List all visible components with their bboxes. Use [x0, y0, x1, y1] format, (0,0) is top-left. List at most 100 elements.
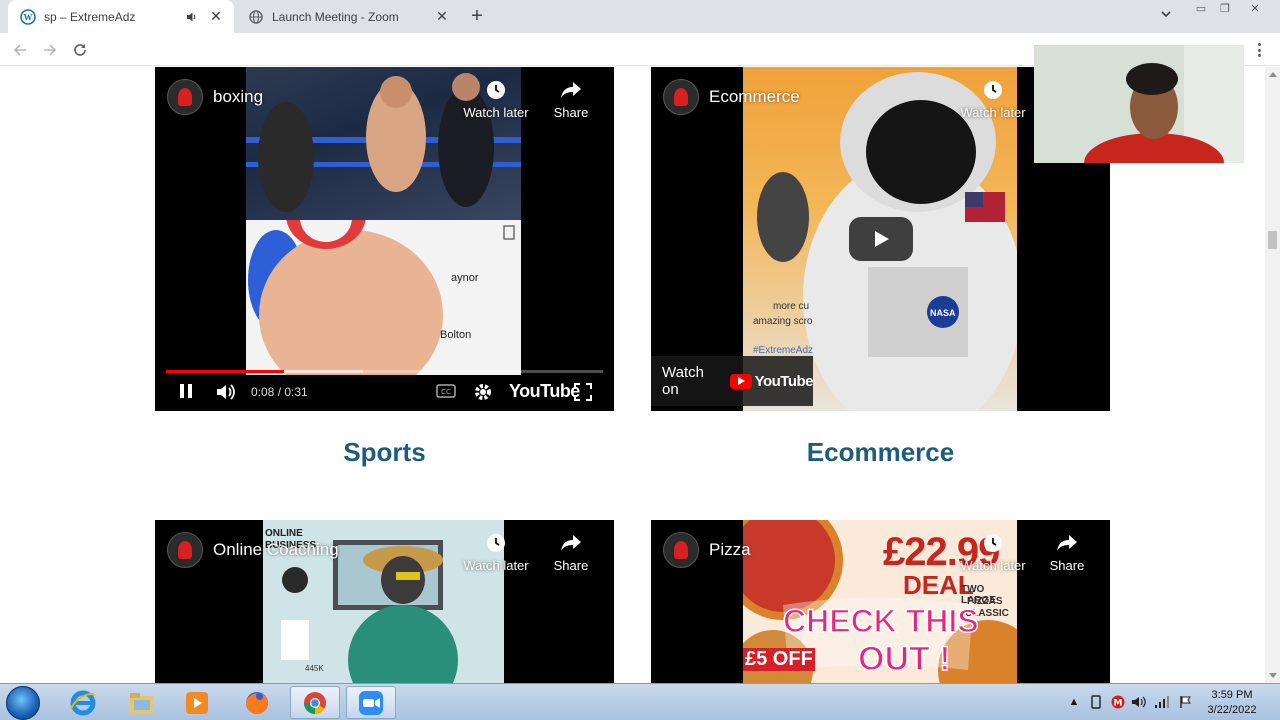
fullscreen-icon[interactable]: [573, 382, 593, 402]
page-scrollbar[interactable]: [1265, 67, 1280, 683]
channel-avatar[interactable]: [663, 79, 699, 115]
channel-avatar[interactable]: [167, 79, 203, 115]
zoom-icon[interactable]: [346, 686, 396, 719]
scroll-thumb[interactable]: [1268, 231, 1277, 249]
share-button[interactable]: Share: [531, 532, 611, 573]
video-title[interactable]: Pizza: [709, 540, 751, 560]
internet-explorer-icon[interactable]: [58, 686, 108, 719]
svg-text:CC: CC: [441, 388, 451, 396]
overlay-text: 445K: [305, 664, 324, 673]
video-player-pizza[interactable]: £22.99 DEAL TWO LARGE PIZZAS CLASSIC CHE…: [651, 520, 1110, 683]
overlay-text: ONLINE: [265, 528, 303, 539]
overlay-text: OUT !: [857, 639, 951, 679]
play-button[interactable]: [849, 217, 913, 261]
youtube-logo: YouTube: [729, 372, 814, 390]
device-icon[interactable]: [1088, 694, 1104, 710]
watch-on-youtube-button[interactable]: Watch on YouTube: [651, 356, 814, 406]
clock-icon: [982, 79, 1004, 101]
tab-extremeadz[interactable]: W sp – ExtremeAdz ✕: [8, 0, 234, 33]
watch-later-button[interactable]: Watch later: [456, 79, 536, 120]
antivirus-icon[interactable]: M: [1110, 694, 1126, 710]
file-explorer-icon[interactable]: [117, 686, 167, 719]
show-hidden-icons-icon[interactable]: ▲: [1066, 694, 1082, 710]
watch-later-label: Watch later: [960, 105, 1026, 120]
overlay-text: Bolton: [440, 329, 472, 341]
overlay-text: aynor: [451, 272, 479, 284]
wordpress-icon: W: [20, 8, 36, 25]
watch-later-label: Watch later: [463, 105, 529, 120]
clock-icon: [485, 79, 507, 101]
action-center-flag-icon[interactable]: [1178, 694, 1194, 710]
clock-time: 3:59 PM: [1211, 689, 1253, 701]
browser-menu-icon[interactable]: [1252, 40, 1266, 60]
youtube-play-icon: [729, 373, 752, 389]
watch-later-label: Watch later: [463, 558, 529, 573]
watch-later-button[interactable]: Watch later: [953, 79, 1033, 120]
share-icon: [560, 532, 582, 554]
new-tab-button[interactable]: +: [466, 5, 488, 27]
scroll-up-arrow-icon[interactable]: [1269, 72, 1277, 77]
chrome-icon[interactable]: [290, 686, 340, 719]
volume-tray-icon[interactable]: [1131, 694, 1147, 710]
time-display: 0:08 / 0:31: [251, 385, 308, 399]
reload-icon[interactable]: [69, 39, 91, 61]
tab-title: Launch Meeting - Zoom: [272, 9, 399, 24]
settings-gear-icon[interactable]: [473, 382, 493, 402]
windows-start-icon[interactable]: [6, 686, 40, 720]
share-button[interactable]: Share: [531, 79, 611, 120]
video-player-boxing[interactable]: aynor Bolton boxing Watch later Share 0:…: [155, 67, 614, 411]
play-icon: [875, 231, 889, 247]
video-title[interactable]: Ecommerce: [709, 87, 800, 107]
clock-icon: [485, 532, 507, 554]
windows-taskbar: ▲ M 3:59 PM 3/22/2022: [0, 683, 1280, 720]
channel-avatar[interactable]: [167, 532, 203, 568]
volume-icon[interactable]: [215, 382, 237, 402]
share-button[interactable]: Share: [1027, 532, 1107, 573]
channel-avatar[interactable]: [663, 532, 699, 568]
close-tab-icon[interactable]: ✕: [432, 7, 452, 27]
share-icon: [560, 79, 582, 101]
video-caption: Sports: [343, 437, 426, 467]
tab-audio-icon[interactable]: [184, 9, 200, 25]
captions-icon[interactable]: CC: [436, 384, 456, 398]
player-controls: 0:08 / 0:31 CC YouTube: [155, 373, 614, 411]
minimize-icon[interactable]: ▭: [1190, 0, 1212, 16]
forward-icon[interactable]: [39, 39, 61, 61]
media-player-icon[interactable]: [172, 686, 222, 719]
overlay-text: £5 OFF: [743, 648, 815, 671]
close-window-icon[interactable]: ✕: [1244, 0, 1266, 16]
tab-search-icon[interactable]: [1160, 8, 1176, 24]
svg-text:M: M: [1114, 699, 1123, 709]
watch-on-label: Watch on: [662, 364, 704, 398]
globe-icon: [248, 9, 264, 25]
overlay-text: #ExtremeAdz: [753, 345, 814, 356]
video-caption: Ecommerce: [806, 437, 955, 467]
share-label: Share: [553, 558, 589, 573]
close-tab-icon[interactable]: ✕: [206, 7, 226, 27]
browser-tab-bar: W sp – ExtremeAdz ✕ Launch Meeting - Zoo…: [0, 0, 1280, 33]
system-clock[interactable]: 3:59 PM 3/22/2022: [1200, 688, 1264, 718]
network-signal-icon[interactable]: [1154, 694, 1170, 710]
pause-icon[interactable]: [177, 382, 195, 400]
share-label: Share: [1049, 558, 1085, 573]
overlay-text: CHECK THIS: [782, 602, 979, 640]
watch-later-button[interactable]: Watch later: [953, 532, 1033, 573]
video-title[interactable]: boxing: [213, 87, 263, 107]
firefox-icon[interactable]: [232, 686, 282, 719]
video-title[interactable]: Online Coaching: [213, 540, 339, 560]
overlay-text: amazing scro: [753, 316, 813, 327]
video-player-online-coaching[interactable]: ONLINE BUSINESS 445K Online Coaching Wat…: [155, 520, 614, 683]
scroll-down-arrow-icon[interactable]: [1269, 673, 1277, 678]
share-label: Share: [553, 105, 589, 120]
tab-zoom[interactable]: Launch Meeting - Zoom ✕: [236, 0, 460, 33]
back-icon[interactable]: [9, 39, 31, 61]
restore-icon[interactable]: ❐: [1214, 0, 1236, 16]
overlay-text: NASA: [930, 308, 956, 318]
youtube-logo[interactable]: YouTube: [509, 381, 580, 402]
youtube-wordmark: YouTube: [754, 372, 814, 390]
watch-later-label: Watch later: [960, 558, 1026, 573]
boxing-game-image: aynor Bolton: [246, 181, 521, 400]
tab-title: sp – ExtremeAdz: [44, 9, 136, 24]
watch-later-button[interactable]: Watch later: [456, 532, 536, 573]
clock-date: 3/22/2022: [1207, 704, 1257, 716]
